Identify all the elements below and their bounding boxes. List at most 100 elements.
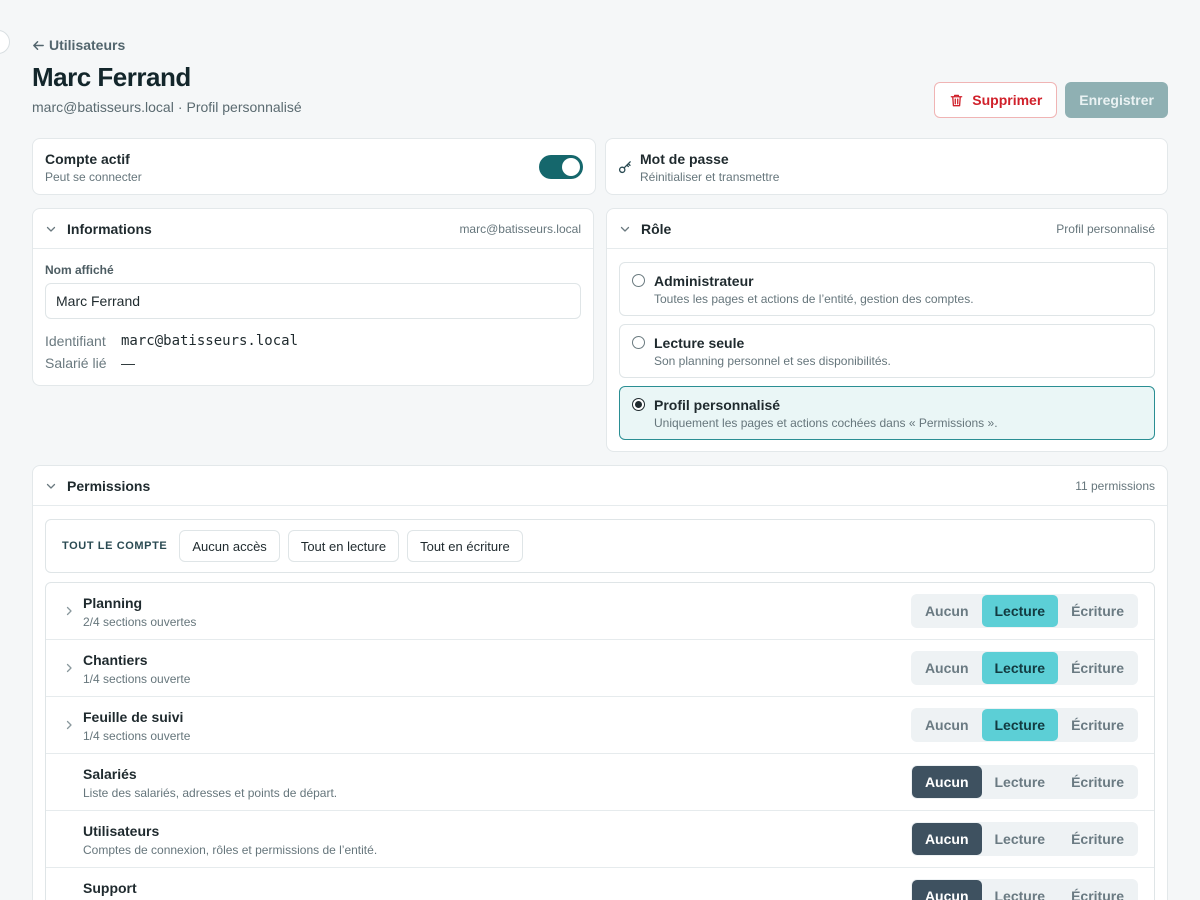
permissions-count: 11 permissions <box>1075 478 1155 493</box>
informations-card: Informations marc@batisseurs.local Nom a… <box>32 208 594 386</box>
permission-desc: Comptes de connexion, rôles et permissio… <box>83 843 378 857</box>
permissions-title: Permissions <box>67 477 151 494</box>
back-link[interactable]: Utilisateurs <box>32 37 125 53</box>
role-card: Rôle Profil personnalisé Administrateur … <box>606 208 1168 452</box>
role-option-administrateur[interactable]: Administrateur Toutes les pages et actio… <box>619 262 1155 316</box>
role-option-desc: Uniquement les pages et actions cochées … <box>654 416 998 430</box>
role-header: Rôle Profil personnalisé <box>607 209 1167 249</box>
permission-name: Salariés <box>83 766 137 782</box>
level-read-button[interactable]: Lecture <box>982 823 1059 855</box>
identifier-row: Identifiant marc@batisseurs.local <box>45 333 581 349</box>
chevron-down-icon <box>620 226 630 232</box>
bulk-actions-bar: TOUT LE COMPTE Aucun accès Tout en lectu… <box>45 519 1155 573</box>
account-active-toggle[interactable] <box>539 155 583 179</box>
informations-toggle[interactable]: Informations <box>45 221 152 237</box>
permission-row-support: Support Aucun Lecture Écriture <box>46 868 1154 900</box>
account-active-desc: Peut se connecter <box>45 170 142 184</box>
permissions-toggle[interactable]: Permissions <box>45 478 150 494</box>
level-write-button[interactable]: Écriture <box>1058 709 1137 741</box>
permission-row-planning: Planning 2/4 sections ouvertes Aucun Lec… <box>46 583 1154 640</box>
permission-name: Utilisateurs <box>83 823 160 839</box>
informations-meta: marc@batisseurs.local <box>459 221 581 236</box>
subtitle-profile: Profil personnalisé <box>186 99 302 115</box>
role-toggle[interactable]: Rôle <box>619 221 671 237</box>
permission-desc: Liste des salariés, adresses et points d… <box>83 786 338 800</box>
level-read-button[interactable]: Lecture <box>981 652 1059 684</box>
informations-header: Informations marc@batisseurs.local <box>33 209 593 249</box>
role-option-title: Profil personnalisé <box>654 397 781 413</box>
radio-button[interactable] <box>632 274 645 287</box>
level-write-button[interactable]: Écriture <box>1058 766 1137 798</box>
bulk-actions-label: TOUT LE COMPTE <box>62 540 168 552</box>
password-card[interactable]: Mot de passe Réinitialiser et transmettr… <box>605 138 1168 195</box>
level-write-button[interactable]: Écriture <box>1058 880 1137 900</box>
bulk-write-button[interactable]: Tout en écriture <box>407 530 523 562</box>
permission-level-selector: Aucun Lecture Écriture <box>910 594 1138 628</box>
permission-row-chantiers: Chantiers 1/4 sections ouverte Aucun Lec… <box>46 640 1154 697</box>
save-button[interactable]: Enregistrer <box>1065 82 1168 118</box>
role-option-desc: Son planning personnel et ses disponibil… <box>654 354 891 368</box>
level-write-button[interactable]: Écriture <box>1058 595 1137 627</box>
permission-level-selector: Aucun Lecture Écriture <box>910 765 1138 799</box>
level-none-button[interactable]: Aucun <box>912 652 982 684</box>
delete-button[interactable]: Supprimer <box>934 82 1058 118</box>
permissions-card: Permissions 11 permissions TOUT LE COMPT… <box>32 465 1168 900</box>
employee-label: Salarié lié <box>45 355 107 371</box>
permission-desc: 1/4 sections ouverte <box>83 729 191 743</box>
identifier-label: Identifiant <box>45 333 106 349</box>
edge-handle[interactable] <box>0 30 10 54</box>
chevron-right-icon[interactable] <box>64 662 74 674</box>
role-meta: Profil personnalisé <box>1056 221 1155 236</box>
display-name-input[interactable] <box>45 283 581 319</box>
page-title: Marc Ferrand <box>32 62 191 92</box>
permission-row-feuille-de-suivi: Feuille de suivi 1/4 sections ouverte Au… <box>46 697 1154 754</box>
level-read-button[interactable]: Lecture <box>981 595 1059 627</box>
role-option-lecture-seule[interactable]: Lecture seule Son planning personnel et … <box>619 324 1155 378</box>
subtitle-email: marc@batisseurs.local <box>32 99 174 115</box>
informations-body: Nom affiché Identifiant marc@batisseurs.… <box>33 249 593 371</box>
informations-title: Informations <box>67 220 152 237</box>
account-active-title: Compte actif <box>45 151 130 167</box>
level-write-button[interactable]: Écriture <box>1058 652 1137 684</box>
back-link-label: Utilisateurs <box>49 37 126 53</box>
password-desc: Réinitialiser et transmettre <box>640 170 780 184</box>
permission-row-utilisateurs: Utilisateurs Comptes de connexion, rôles… <box>46 811 1154 868</box>
level-none-button[interactable]: Aucun <box>911 823 982 855</box>
permissions-list: Planning 2/4 sections ouvertes Aucun Lec… <box>45 582 1155 900</box>
radio-button[interactable] <box>632 336 645 349</box>
level-read-button[interactable]: Lecture <box>982 766 1059 798</box>
chevron-down-icon <box>46 483 56 489</box>
level-read-button[interactable]: Lecture <box>981 709 1059 741</box>
bulk-none-button[interactable]: Aucun accès <box>179 530 280 562</box>
permission-level-selector: Aucun Lecture Écriture <box>910 879 1138 900</box>
employee-row: Salarié lié — <box>45 355 581 371</box>
level-none-button[interactable]: Aucun <box>911 766 982 798</box>
bulk-read-button[interactable]: Tout en lecture <box>287 530 400 562</box>
account-active-card: Compte actif Peut se connecter <box>32 138 596 195</box>
permission-level-selector: Aucun Lecture Écriture <box>910 651 1138 685</box>
arrow-left-icon <box>33 40 44 50</box>
permission-desc: 2/4 sections ouvertes <box>83 615 197 629</box>
permissions-header: Permissions 11 permissions <box>33 466 1167 506</box>
chevron-right-icon[interactable] <box>64 605 74 617</box>
role-option-desc: Toutes les pages et actions de l’entité,… <box>654 292 974 306</box>
permission-name: Planning <box>83 595 143 611</box>
permission-name: Feuille de suivi <box>83 709 184 725</box>
role-option-profil-personnalise[interactable]: Profil personnalisé Uniquement les pages… <box>619 386 1155 440</box>
key-icon <box>618 161 631 174</box>
radio-button-selected[interactable] <box>632 398 645 411</box>
level-none-button[interactable]: Aucun <box>912 709 982 741</box>
level-write-button[interactable]: Écriture <box>1058 823 1137 855</box>
password-title: Mot de passe <box>640 151 729 167</box>
chevron-right-icon[interactable] <box>64 719 74 731</box>
level-none-button[interactable]: Aucun <box>911 880 982 900</box>
level-none-button[interactable]: Aucun <box>912 595 982 627</box>
header-actions: Supprimer Enregistrer <box>934 82 1168 118</box>
permission-name: Support <box>83 880 137 896</box>
permission-name: Chantiers <box>83 652 148 668</box>
level-read-button[interactable]: Lecture <box>982 880 1059 900</box>
permission-row-salaries: Salariés Liste des salariés, adresses et… <box>46 754 1154 811</box>
permission-desc: 1/4 sections ouverte <box>83 672 191 686</box>
permission-level-selector: Aucun Lecture Écriture <box>910 708 1138 742</box>
role-option-title: Administrateur <box>654 273 754 289</box>
